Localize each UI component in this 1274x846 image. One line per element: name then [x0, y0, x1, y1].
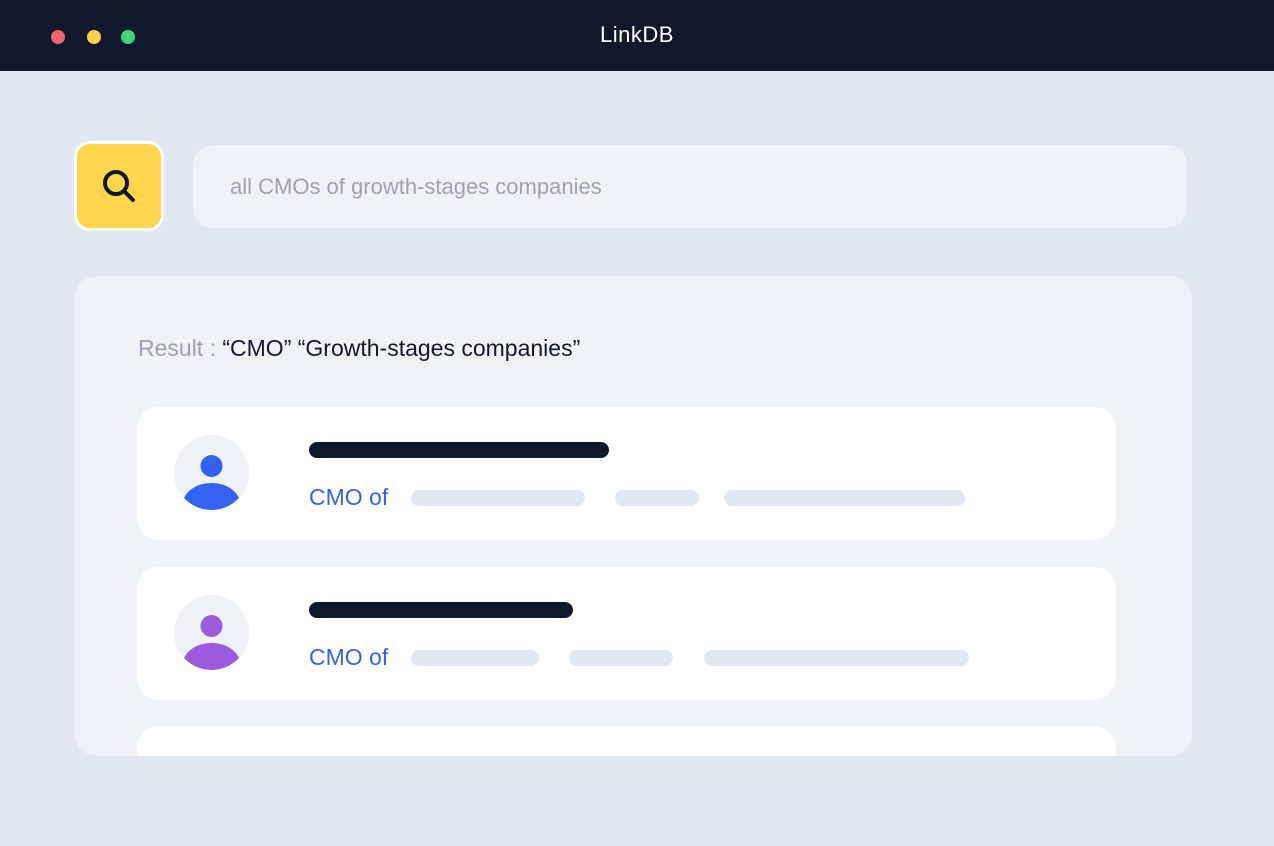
- details-placeholder-bar: [704, 650, 969, 666]
- avatar: [174, 435, 249, 510]
- company-placeholder-bar: [411, 650, 539, 666]
- stage-placeholder-bar: [569, 650, 673, 666]
- details-placeholder-bar: [724, 490, 965, 506]
- name-placeholder-bar: [309, 442, 609, 458]
- results-panel: Result : “CMO” “Growth-stages companies”…: [75, 276, 1192, 756]
- search-input[interactable]: [193, 145, 1187, 228]
- result-card[interactable]: CMO of: [137, 567, 1116, 700]
- role-label: CMO of: [309, 644, 389, 670]
- result-card[interactable]: CMO of: [137, 407, 1116, 540]
- result-label: Result :: [138, 335, 223, 361]
- stage-placeholder-bar: [615, 490, 699, 506]
- result-query: “CMO” “Growth-stages companies”: [222, 335, 581, 361]
- user-avatar-icon: [182, 455, 241, 510]
- result-summary: Result : “CMO” “Growth-stages companies”: [138, 335, 580, 362]
- user-avatar-icon: [182, 615, 241, 670]
- avatar: [174, 595, 249, 670]
- search-icon: [103, 170, 135, 202]
- name-placeholder-bar: [309, 602, 573, 618]
- role-label: CMO of: [309, 484, 389, 510]
- app-title: LinkDB: [600, 22, 674, 47]
- search-button[interactable]: [74, 141, 164, 231]
- company-placeholder-bar: [411, 490, 585, 506]
- window-titlebar: LinkDB: [0, 0, 1274, 71]
- result-card[interactable]: [137, 726, 1116, 756]
